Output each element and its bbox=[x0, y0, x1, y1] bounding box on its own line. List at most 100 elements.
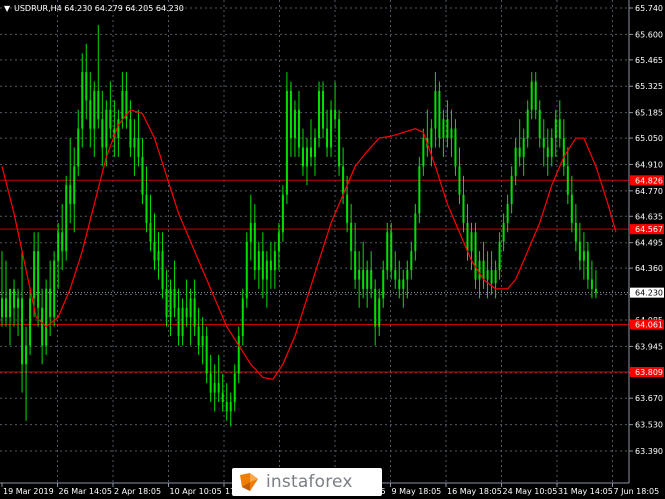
candle-body bbox=[177, 307, 180, 337]
candle-body bbox=[518, 147, 521, 157]
watermark-text: instaforex bbox=[266, 472, 353, 492]
symbol-ohlc-header: USDRUR,H4 64.230 64.279 64.205 64.230 bbox=[14, 4, 184, 13]
candle-body bbox=[434, 90, 437, 129]
candle-body bbox=[145, 194, 148, 223]
candle-body bbox=[213, 383, 216, 393]
candle-body bbox=[293, 109, 296, 139]
candle-body bbox=[350, 222, 353, 252]
candle-body bbox=[305, 147, 308, 167]
candle-body bbox=[394, 270, 397, 280]
candle-body bbox=[101, 119, 104, 148]
candle-body bbox=[590, 279, 593, 289]
candle-body bbox=[510, 175, 513, 205]
candle-body bbox=[245, 241, 248, 299]
x-tick-label: 9 May 18:05 bbox=[392, 487, 442, 496]
candle-body bbox=[169, 288, 172, 318]
header-arrow-icon[interactable]: ▼ bbox=[4, 4, 11, 13]
candle-body bbox=[121, 90, 124, 120]
candle-body bbox=[209, 373, 212, 393]
y-tick-label: 64.360 bbox=[635, 264, 663, 273]
candle-body bbox=[289, 90, 292, 139]
y-tick-label: 65.050 bbox=[635, 134, 663, 143]
candle-body bbox=[538, 109, 541, 139]
instaforex-logo-icon bbox=[240, 473, 258, 491]
candle-body bbox=[330, 109, 333, 148]
y-tick-label: 65.465 bbox=[635, 56, 663, 65]
candle-body bbox=[249, 222, 252, 242]
candle-body bbox=[338, 119, 341, 167]
candle-body bbox=[281, 194, 284, 233]
candle-body bbox=[446, 119, 449, 139]
candle-body bbox=[494, 270, 497, 284]
candle-body bbox=[161, 251, 164, 289]
level-price-label: 64.061 bbox=[635, 321, 663, 330]
candle-body bbox=[89, 100, 92, 129]
candle-body bbox=[265, 260, 268, 280]
candle-body bbox=[257, 251, 260, 271]
candle-body bbox=[378, 298, 381, 327]
candle-body bbox=[530, 81, 533, 110]
candle-body bbox=[490, 270, 493, 284]
candle-body bbox=[370, 270, 373, 289]
chart-header: ▼ USDRUR,H4 64.230 64.279 64.205 64.230 bbox=[4, 4, 184, 13]
candle-body bbox=[217, 383, 220, 393]
candle-body bbox=[233, 373, 236, 402]
level-price-label: 64.826 bbox=[635, 176, 663, 185]
candle-body bbox=[482, 260, 485, 280]
candle-body bbox=[438, 90, 441, 139]
candle-body bbox=[326, 128, 329, 148]
candle-body bbox=[85, 72, 88, 101]
x-tick-label: 31 May 14:05 bbox=[558, 487, 613, 496]
candle-body bbox=[374, 288, 377, 327]
level-price-label: 63.809 bbox=[635, 368, 663, 377]
candle-body bbox=[514, 147, 517, 176]
candle-body bbox=[522, 138, 525, 157]
y-tick-label: 65.740 bbox=[635, 4, 663, 13]
candle-body bbox=[193, 298, 196, 327]
candle-body bbox=[241, 298, 244, 337]
candle-body bbox=[418, 166, 421, 214]
candle-body bbox=[285, 90, 288, 195]
candle-body bbox=[261, 251, 264, 280]
candle-body bbox=[229, 401, 232, 412]
candle-body bbox=[526, 109, 529, 139]
candle-body bbox=[41, 307, 44, 346]
candle-body bbox=[181, 307, 184, 337]
y-tick-label: 65.185 bbox=[635, 109, 663, 118]
candle-body bbox=[342, 166, 345, 195]
x-tick-label: 26 Mar 14:05 bbox=[59, 487, 112, 496]
level-price-label: 64.567 bbox=[635, 225, 663, 234]
candle-body bbox=[129, 119, 132, 148]
candle-body bbox=[201, 336, 204, 346]
candle-body bbox=[474, 232, 477, 280]
price-chart[interactable]: 65.740 65.600 65.465 65.325 65.185 65.050 64.9… bbox=[0, 0, 665, 499]
candle-body bbox=[334, 109, 337, 120]
candle-body bbox=[49, 288, 52, 318]
candle-body bbox=[105, 109, 108, 148]
x-tick-label: 7 Jun 18:05 bbox=[614, 487, 660, 496]
candle-body bbox=[458, 166, 461, 195]
candle-body bbox=[269, 260, 272, 271]
candle-body bbox=[277, 232, 280, 252]
candle-body bbox=[157, 251, 160, 261]
current-price-label: 64.230 bbox=[635, 289, 663, 298]
candle-body bbox=[17, 298, 20, 308]
candle-body bbox=[314, 138, 317, 157]
candle-body bbox=[566, 166, 569, 195]
candle-body bbox=[506, 204, 509, 223]
candle-body bbox=[414, 213, 417, 252]
candle-body bbox=[318, 90, 321, 139]
candle-body bbox=[33, 251, 36, 299]
candle-body bbox=[558, 119, 561, 139]
candle-body bbox=[5, 298, 8, 318]
y-tick-label: 63.670 bbox=[635, 394, 663, 403]
y-tick-label: 63.945 bbox=[635, 342, 663, 351]
candle-body bbox=[53, 260, 56, 318]
candle-body bbox=[13, 288, 16, 308]
y-tick-label: 64.635 bbox=[635, 212, 663, 221]
candle-body bbox=[466, 222, 469, 252]
candle-body bbox=[550, 138, 553, 157]
candle-body bbox=[358, 270, 361, 280]
x-tick-label: 19 Mar 2019 bbox=[3, 487, 54, 496]
candle-body bbox=[57, 232, 60, 261]
